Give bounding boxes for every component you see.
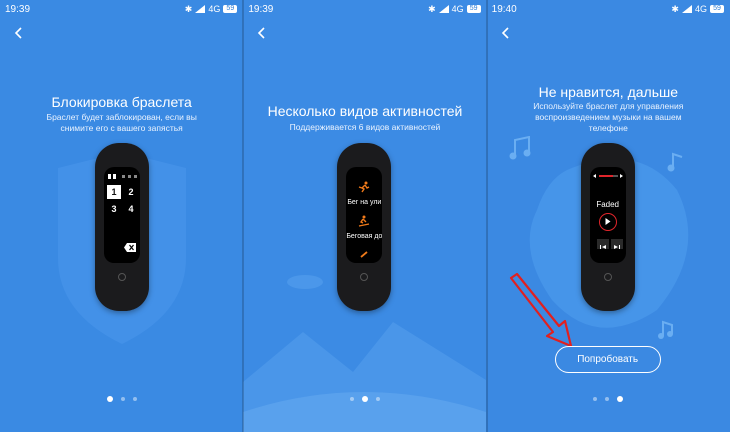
battery-icon: 59 bbox=[709, 5, 724, 13]
bracelet-image: 1 2 3 4 bbox=[95, 143, 149, 311]
try-button[interactable]: Попробовать bbox=[554, 346, 661, 373]
back-arrow-icon[interactable] bbox=[12, 26, 26, 40]
previous-track-button bbox=[596, 239, 609, 249]
back-arrow-icon[interactable] bbox=[499, 26, 513, 40]
cycling-icon bbox=[360, 251, 368, 258]
key-2: 2 bbox=[128, 187, 134, 197]
lock-status-icon bbox=[108, 174, 137, 179]
music-note-icon bbox=[657, 320, 673, 339]
screenshot-divider bbox=[242, 0, 244, 432]
bluetooth-icon: ✱ bbox=[671, 3, 679, 14]
status-time: 19:40 bbox=[491, 3, 517, 15]
panel-activities: 19:39 ✱ 4G 59 Несколько видов активносте… bbox=[243, 0, 487, 432]
signal-icon bbox=[438, 5, 449, 13]
next-icon bbox=[613, 245, 620, 249]
page-subtitle: Используйте браслет для управления воспр… bbox=[533, 101, 684, 133]
status-icons: ✱ 4G 59 bbox=[185, 4, 238, 15]
signal-icon bbox=[681, 5, 692, 13]
page-dot-1 bbox=[349, 397, 354, 401]
next-track-button bbox=[610, 239, 623, 249]
network-label: 4G bbox=[694, 4, 707, 14]
status-bar: 19:39 ✱ 4G 59 bbox=[0, 0, 243, 18]
activity-label-outdoor-run: Бег на ули bbox=[347, 199, 382, 206]
page-dot-1 bbox=[106, 396, 113, 402]
annotation-arrow-icon bbox=[509, 272, 572, 348]
bluetooth-icon: ✱ bbox=[184, 3, 193, 14]
page-dot-3 bbox=[617, 396, 624, 402]
key-3: 3 bbox=[111, 204, 117, 214]
bracelet-button bbox=[603, 273, 612, 281]
status-bar: 19:39 ✱ 4G 59 bbox=[243, 0, 486, 18]
page-subtitle: Поддерживается 6 видов активностей bbox=[289, 122, 441, 132]
key-1: 1 bbox=[107, 185, 121, 199]
bracelet-screen: Бег на ули Беговая до bbox=[346, 167, 383, 263]
network-label: 4G bbox=[208, 4, 221, 14]
status-time: 19:39 bbox=[5, 3, 31, 15]
panel-bracelet-lock: 19:39 ✱ 4G 59 Блокировка браслета Брасле… bbox=[0, 0, 244, 432]
volume-bar-icon bbox=[592, 174, 623, 178]
pagination-dots bbox=[0, 396, 243, 402]
page-dot-3 bbox=[375, 397, 380, 401]
activity-label-treadmill: Беговая до bbox=[346, 233, 383, 240]
page-subtitle: Браслет будет заблокирован, если вы сним… bbox=[46, 112, 197, 133]
page-dot-1 bbox=[593, 397, 598, 401]
page-dot-2 bbox=[361, 396, 368, 402]
bracelet-button bbox=[360, 273, 369, 281]
page-dot-3 bbox=[132, 397, 137, 401]
page-title: Несколько видов активностей bbox=[267, 103, 463, 119]
signal-icon bbox=[195, 5, 206, 13]
key-4: 4 bbox=[128, 204, 134, 214]
status-icons: ✱ 4G 59 bbox=[428, 4, 481, 15]
previous-icon bbox=[599, 245, 606, 249]
screenshot-divider bbox=[486, 0, 488, 432]
bracelet-button bbox=[118, 273, 126, 281]
page-title: Блокировка браслета bbox=[51, 94, 192, 110]
treadmill-icon bbox=[359, 215, 370, 227]
bracelet-screen: Faded bbox=[589, 167, 626, 263]
play-button bbox=[598, 213, 617, 231]
pin-keypad: 1 2 3 4 bbox=[107, 185, 138, 216]
track-title: Faded bbox=[596, 200, 619, 209]
battery-icon: 59 bbox=[466, 5, 481, 13]
page-title: Не нравится, дальше bbox=[538, 84, 679, 100]
network-label: 4G bbox=[451, 4, 464, 14]
status-bar: 19:40 ✱ 4G 59 bbox=[487, 0, 730, 18]
bracelet-image: Бег на ули Беговая до bbox=[337, 143, 392, 311]
delete-icon bbox=[124, 243, 136, 252]
page-dot-2 bbox=[120, 397, 125, 401]
status-icons: ✱ 4G 59 bbox=[671, 4, 724, 15]
running-icon bbox=[359, 181, 370, 193]
pagination-dots bbox=[487, 396, 730, 402]
bluetooth-icon: ✱ bbox=[428, 3, 436, 14]
bracelet-image: Faded bbox=[580, 143, 635, 311]
music-note-icon bbox=[509, 136, 531, 160]
panel-music-control: 19:40 ✱ 4G 59 Не нравится, дальше Исполь… bbox=[486, 0, 730, 432]
onboarding-screens: 19:39 ✱ 4G 59 Блокировка браслета Брасле… bbox=[0, 0, 730, 432]
page-dot-2 bbox=[605, 397, 610, 401]
pagination-dots bbox=[243, 396, 486, 402]
bracelet-screen: 1 2 3 4 bbox=[104, 167, 140, 263]
back-arrow-icon[interactable] bbox=[255, 26, 269, 40]
play-icon bbox=[605, 218, 611, 225]
battery-icon: 59 bbox=[223, 5, 238, 13]
status-time: 19:39 bbox=[248, 3, 274, 15]
music-note-icon bbox=[667, 152, 682, 172]
